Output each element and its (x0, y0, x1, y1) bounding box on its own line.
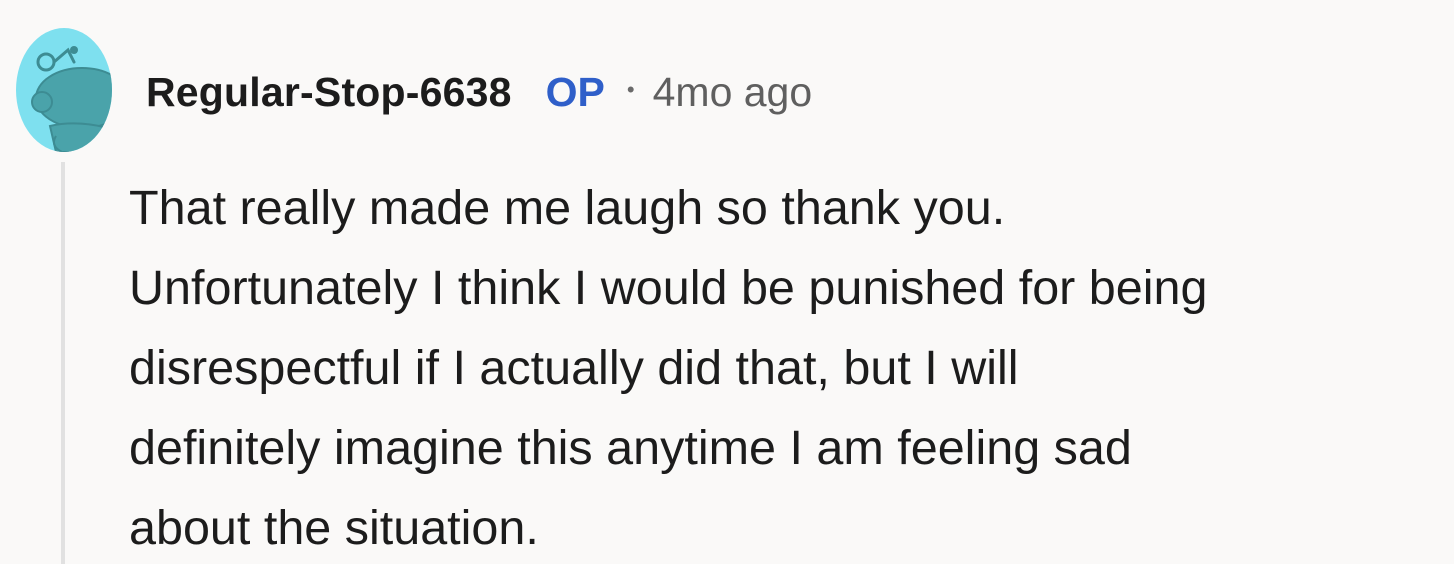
snoo-avatar-icon (31, 46, 112, 152)
comment-body-line: about the situation. (129, 501, 539, 555)
thread-line[interactable] (61, 162, 65, 564)
comment-author-link[interactable]: Regular-Stop-6638 (146, 69, 512, 116)
avatar[interactable] (16, 28, 112, 152)
comment-body-line: Unfortunately I think I would be punishe… (129, 261, 1208, 315)
separator-dot: • (626, 77, 635, 102)
comment-header: Regular-Stop-6638 OP • 4mo ago (146, 64, 812, 120)
comment-body-line: definitely imagine this anytime I am fee… (129, 421, 1132, 475)
op-badge: OP (545, 68, 605, 115)
comment-timestamp[interactable]: 4mo ago (653, 69, 813, 116)
comment-body-line: disrespectful if I actually did that, bu… (129, 341, 1019, 395)
comment-body-line: That really made me laugh so thank you. (129, 181, 1006, 235)
comment-body: That really made me laugh so thank you. … (129, 168, 1449, 564)
